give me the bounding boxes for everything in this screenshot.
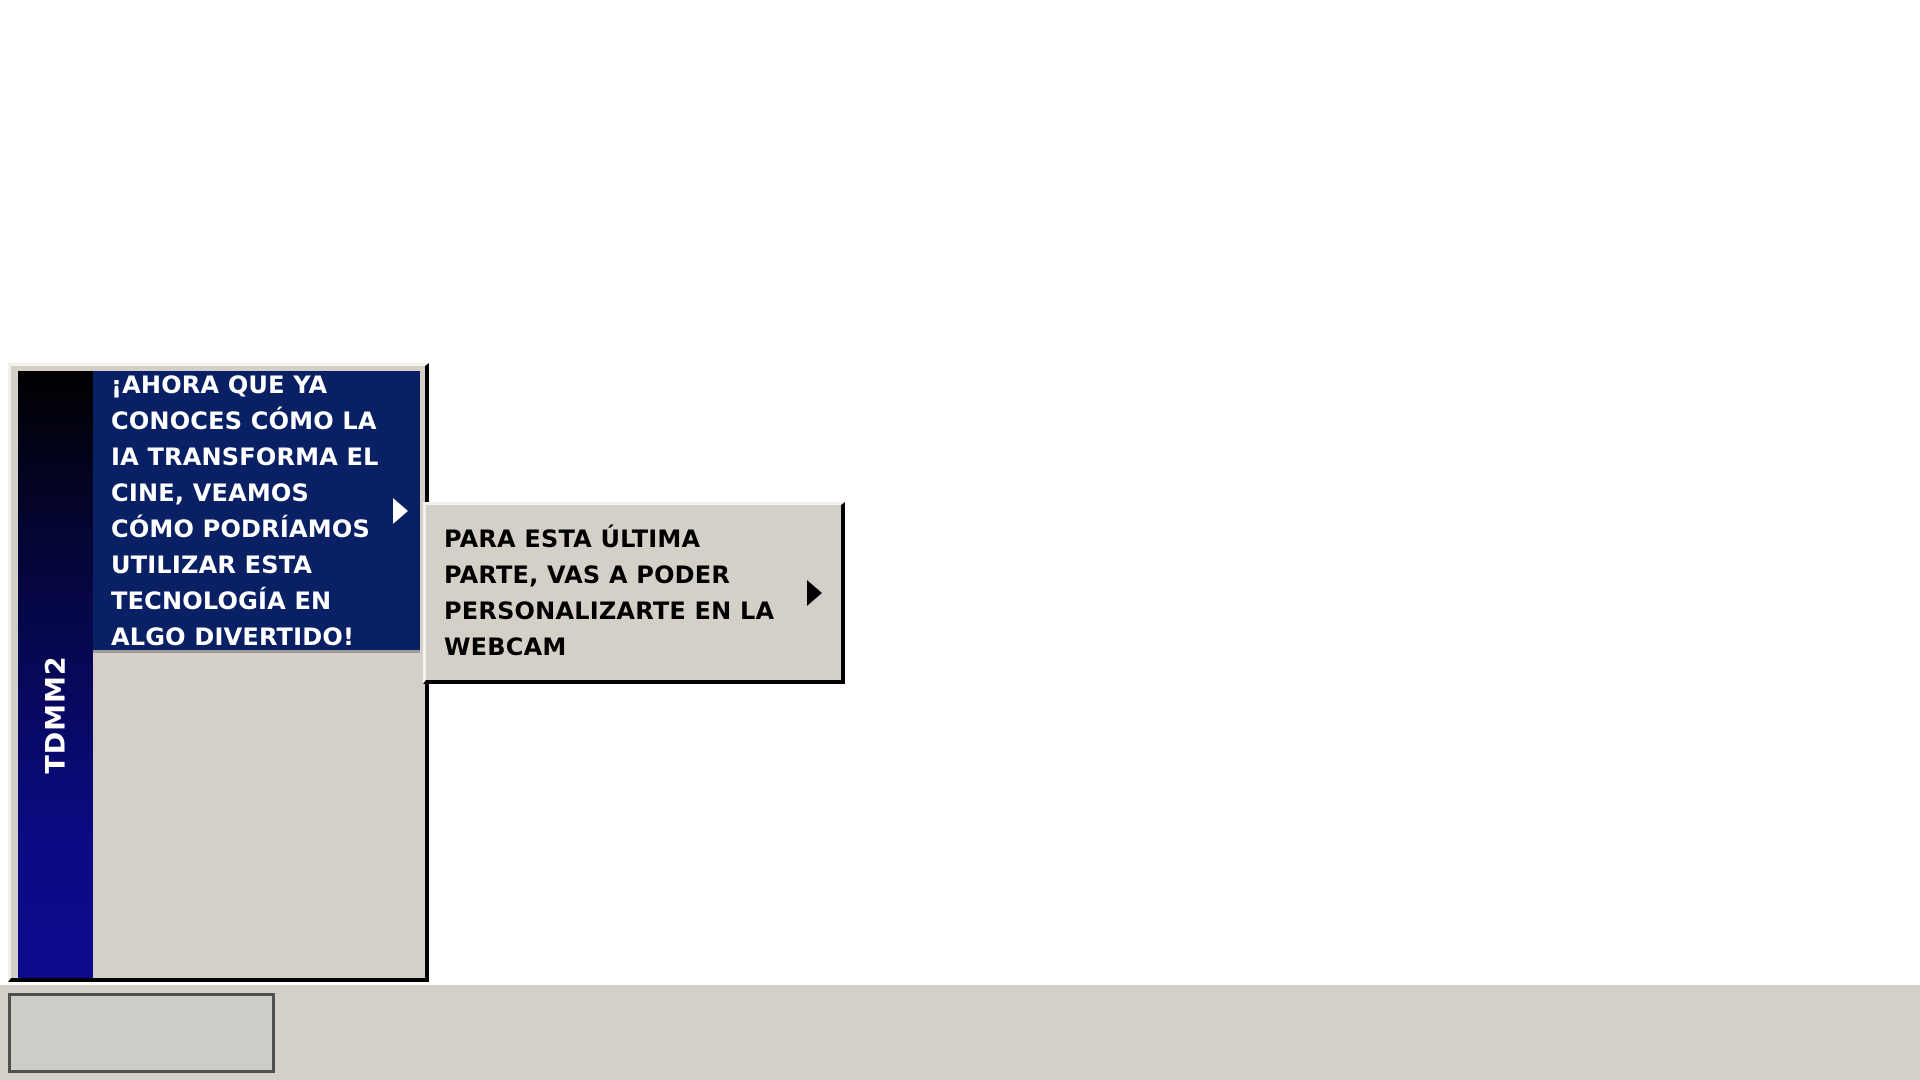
start-menu-item-ia-cine[interactable]: ¡Ahora que ya conoces cómo la IA transfo…: [93, 371, 420, 653]
start-menu-inner: TDMM2 ¡Ahora que ya conoces cómo la IA t…: [18, 371, 420, 978]
desktop: TDMM2 ¡Ahora que ya conoces cómo la IA t…: [0, 0, 1920, 985]
start-menu-brand: TDMM2: [40, 655, 71, 774]
taskbar: [0, 985, 1920, 1080]
submenu-arrow-icon: [807, 579, 822, 606]
submenu-item-label: Para esta última parte, vas a poder pers…: [444, 524, 775, 661]
submenu-item-webcam[interactable]: Para esta última parte, vas a poder pers…: [429, 508, 836, 677]
submenu-arrow-icon: [393, 497, 408, 524]
start-button[interactable]: [8, 993, 275, 1073]
start-menu-item-label: ¡Ahora que ya conoces cómo la IA transfo…: [111, 370, 379, 651]
start-menu: TDMM2 ¡Ahora que ya conoces cómo la IA t…: [8, 363, 429, 982]
submenu: Para esta última parte, vas a poder pers…: [423, 502, 845, 684]
start-menu-list: ¡Ahora que ya conoces cómo la IA transfo…: [93, 371, 420, 978]
start-menu-side-banner: TDMM2: [18, 371, 93, 978]
